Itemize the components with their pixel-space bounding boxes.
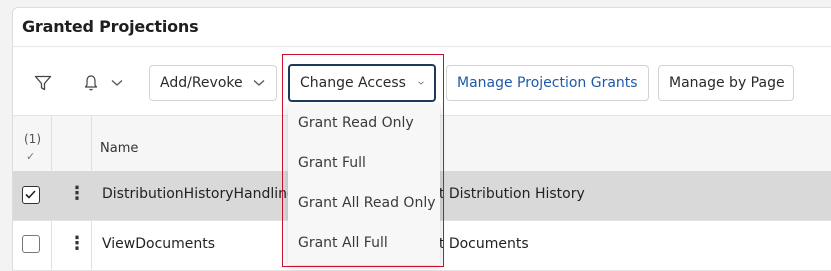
- add-revoke-label: Add/Revoke: [160, 75, 243, 91]
- checkmark-icon[interactable]: ✓: [26, 150, 35, 163]
- row-actions-icon[interactable]: ⋮: [68, 233, 86, 254]
- chevron-down-icon: [418, 81, 424, 85]
- row-checkbox[interactable]: [22, 235, 40, 253]
- menu-item-grant-full[interactable]: Grant Full: [298, 155, 366, 171]
- panel-title: Granted Projections: [22, 17, 199, 36]
- row-name: ViewDocuments: [102, 236, 216, 252]
- bell-icon: [84, 75, 98, 91]
- row-name: DistributionHistoryHandling: [102, 186, 296, 202]
- menu-item-grant-all-read-only[interactable]: Grant All Read Only: [298, 195, 436, 211]
- menu-item-grant-all-full[interactable]: Grant All Full: [298, 235, 388, 251]
- filter-button[interactable]: [34, 70, 52, 96]
- column-header-name[interactable]: Name: [100, 141, 138, 156]
- chevron-down-icon: [253, 80, 265, 86]
- selected-count: (1): [24, 132, 41, 146]
- checkmark-icon: [25, 190, 36, 199]
- change-access-button[interactable]: Change Access: [288, 64, 436, 102]
- row-checkbox[interactable]: [22, 186, 40, 204]
- add-revoke-button[interactable]: Add/Revoke: [149, 65, 277, 101]
- row-description: nt Distribution History: [430, 186, 585, 202]
- menu-item-grant-read-only[interactable]: Grant Read Only: [298, 115, 414, 131]
- change-access-menu: Grant Read Only Grant Full Grant All Rea…: [288, 105, 440, 265]
- manage-by-page-button[interactable]: Manage by Page: [658, 65, 794, 101]
- filter-icon: [34, 75, 52, 91]
- row-actions-icon[interactable]: ⋮: [68, 183, 86, 204]
- manage-projection-grants-button[interactable]: Manage Projection Grants: [446, 65, 649, 101]
- chevron-down-icon: [111, 80, 123, 86]
- title-divider: [13, 46, 831, 47]
- row-description: nt Documents: [430, 236, 529, 252]
- notification-button[interactable]: [83, 70, 123, 96]
- change-access-label: Change Access: [300, 75, 406, 91]
